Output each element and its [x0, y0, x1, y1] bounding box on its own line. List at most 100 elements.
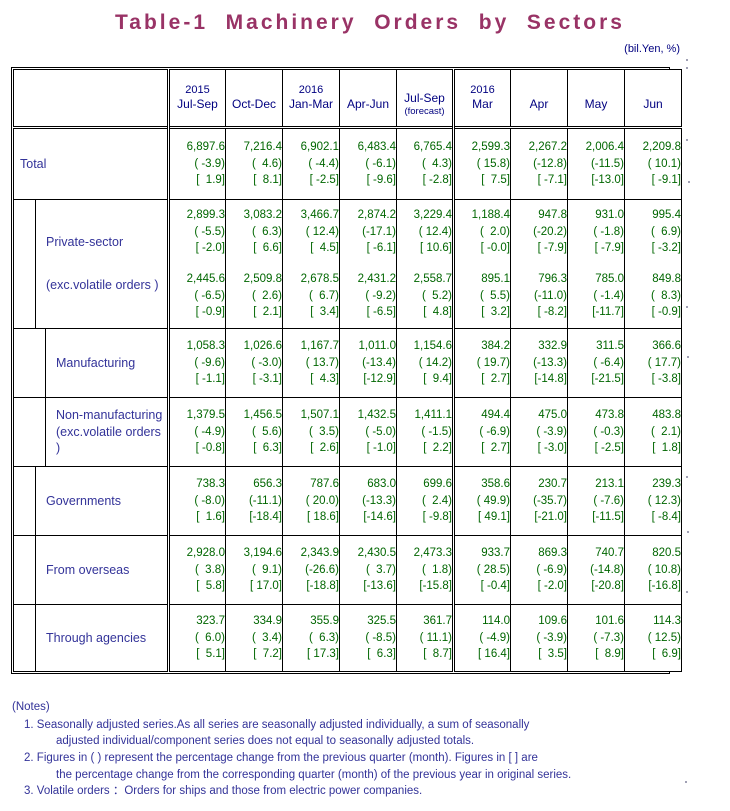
value-yoy: [ 18.6]	[307, 511, 339, 524]
data-cell-block: 6,897.6 ( -3.9) [ 1.9]	[170, 139, 225, 189]
data-cell-block-secondary: 796.3 (-11.0) [ -8.2]	[511, 271, 567, 321]
value-level: 2,267.2	[528, 140, 567, 153]
data-cell-block: 114.3 ( 12.5) [ 6.9]	[625, 613, 681, 663]
data-cell: 2,473.3 ( 1.8) [-15.8]	[396, 535, 454, 605]
value-yoy: [ 8.1]	[253, 174, 282, 187]
value-qoq: ( 28.5)	[476, 563, 510, 576]
value-yoy: [ 1.9]	[196, 174, 225, 187]
data-cell: 2,928.0 ( 3.8) [ 5.8]	[167, 535, 226, 605]
value-qoq: ( 2.0)	[479, 225, 510, 238]
value-qoq: ( 6.7)	[308, 289, 339, 302]
value-qoq: ( 4.6)	[251, 157, 282, 170]
value-qoq: (-11.5)	[590, 157, 624, 170]
data-cell-block: 3,466.7 ( 12.4) [ 4.5]	[283, 207, 339, 257]
value-yoy: [ -3.0]	[537, 442, 567, 455]
data-cell: 738.3 ( -8.0) [ 1.6]	[167, 466, 226, 536]
value-yoy: [-14.6]	[363, 511, 396, 524]
row-label-cell: Through agencies	[13, 604, 169, 672]
note-number: 3.	[24, 785, 37, 798]
unit-label: (bil.Yen, %)	[624, 43, 680, 55]
note-item: 3. Volatile orders ：Orders for ships and…	[24, 783, 690, 800]
data-cell: 787.6 ( 20.0) [ 18.6]	[282, 466, 340, 536]
value-qoq: ( -3.0)	[251, 356, 282, 369]
value-level: 475.0	[538, 408, 567, 421]
data-cell: 2,267.2 (-12.8) [ -7.1]	[510, 126, 568, 200]
value-yoy: [ -8.4]	[651, 511, 681, 524]
data-cell: 6,902.1 ( -4.4) [ -2.5]	[282, 126, 340, 200]
value-qoq: ( 6.9)	[650, 225, 681, 238]
value-level: 796.3	[538, 273, 567, 285]
value-qoq: ( 10.8)	[647, 563, 681, 576]
value-yoy: [-13.0]	[591, 174, 624, 187]
value-yoy: [ -9.8]	[422, 511, 452, 524]
data-cell: 995.4 ( 6.9) [ -3.2] 849.8 ( 8.3) [ -0.9]	[624, 199, 682, 329]
value-yoy: [ 6.3]	[367, 648, 396, 661]
value-yoy: [ -7.9]	[594, 242, 624, 255]
value-qoq: ( -5.0)	[365, 425, 396, 438]
value-yoy: [ 8.7]	[423, 648, 452, 661]
value-level: 7,216.4	[243, 140, 282, 153]
value-qoq: ( 20.0)	[305, 494, 339, 507]
data-cell-block: 114.0 ( -4.9) [ 16.4]	[455, 613, 510, 663]
value-level: 933.7	[481, 546, 510, 559]
header-col-1: Oct-Dec	[225, 69, 283, 128]
value-qoq: ( 12.5)	[647, 631, 681, 644]
data-cell: 325.5 ( -8.5) [ 6.3]	[339, 604, 397, 672]
data-cell: 740.7 (-14.8) [-20.8]	[567, 535, 625, 605]
row-label-box: Through agencies	[35, 605, 167, 671]
data-cell-block: 230.7 (-35.7) [-21.0]	[511, 476, 567, 526]
row-label-box: Non-manufacturing (exc.volatile orders )	[45, 398, 167, 466]
data-cell: 361.7 ( 11.1) [ 8.7]	[396, 604, 454, 672]
data-cell-block-secondary: 895.1 ( 5.5) [ 3.2]	[455, 271, 510, 321]
value-qoq: ( 8.3)	[650, 289, 681, 302]
data-cell-block: 239.3 ( 12.3) [ -8.4]	[625, 476, 681, 526]
value-qoq: ( 49.9)	[476, 494, 510, 507]
value-level: 101.6	[595, 614, 624, 627]
note-line-1: Volatile orders ：Orders for ships and th…	[36, 785, 423, 798]
value-qoq: (-11.1)	[248, 494, 282, 507]
value-qoq: ( -8.5)	[365, 631, 396, 644]
value-yoy: [ 4.5]	[310, 242, 339, 255]
value-qoq: ( 5.6)	[251, 425, 282, 438]
value-qoq: ( 11.1)	[419, 631, 452, 644]
value-yoy: [-21.0]	[534, 511, 567, 524]
header-period-2: Jan-Mar	[288, 97, 333, 112]
value-level: 1,058.3	[186, 339, 225, 352]
data-cell-block: 1,411.1 ( -1.5) [ 2.2]	[397, 407, 452, 457]
value-level: 1,379.5	[186, 408, 225, 421]
value-level: 114.0	[482, 614, 510, 627]
data-cell: 2,899.3 ( -5.5) [ -2.0] 2,445.6 ( -6.5) [ -0.…	[167, 199, 226, 329]
data-cell-block: 483.8 ( 2.1) [ 1.8]	[625, 407, 681, 457]
value-level: 2,558.7	[413, 273, 452, 285]
data-cell-block: 109.6 ( -3.9) [ 3.5]	[511, 613, 567, 663]
header-period-1: Oct-Dec	[231, 96, 276, 111]
data-cell: 1,154.6 ( 14.2) [ 9.4]	[396, 328, 454, 398]
value-yoy: [ 1.6]	[196, 511, 225, 524]
header-period-8: Jun	[643, 96, 663, 111]
value-yoy: [ 6.6]	[253, 242, 282, 255]
value-level: 3,194.6	[243, 546, 282, 559]
value-qoq: ( -6.4)	[593, 356, 624, 369]
table-row: From overseas 2,928.0 ( 3.8) [ 5.8] 3,194.6 (…	[13, 535, 682, 605]
header-year-7-spacer	[568, 85, 624, 97]
data-cell: 656.3 (-11.1) [-18.4]	[225, 466, 283, 536]
value-qoq: ( -4.9)	[479, 631, 510, 644]
data-cell: 475.0 ( -3.9) [ -3.0]	[510, 397, 568, 467]
value-level: 2,431.2	[357, 273, 396, 285]
value-yoy: [ 8.9]	[595, 648, 624, 661]
data-cell-block: 740.7 (-14.8) [-20.8]	[568, 545, 624, 595]
data-cell: 3,083.2 ( 6.3) [ 6.6] 2,509.8 ( 2.6) [ 2.1]	[225, 199, 283, 329]
note-number: 2.	[24, 752, 37, 765]
value-level: 2,874.2	[357, 208, 396, 221]
value-level: 995.4	[652, 208, 681, 221]
value-yoy: [ 4.8]	[423, 306, 452, 319]
scan-speckle	[685, 781, 687, 783]
scan-speckle	[686, 139, 688, 141]
row-label-box: From overseas	[35, 536, 167, 604]
row-label: Total	[20, 156, 47, 171]
data-cell-block: 1,011.0 (-13.4) [-12.9]	[340, 338, 396, 388]
data-cell: 1,058.3 ( -9.6) [ -1.1]	[167, 328, 226, 398]
value-yoy: [ -6.5]	[366, 306, 396, 319]
value-level: 6,765.4	[413, 140, 452, 153]
data-cell: 114.0 ( -4.9) [ 16.4]	[452, 604, 511, 672]
